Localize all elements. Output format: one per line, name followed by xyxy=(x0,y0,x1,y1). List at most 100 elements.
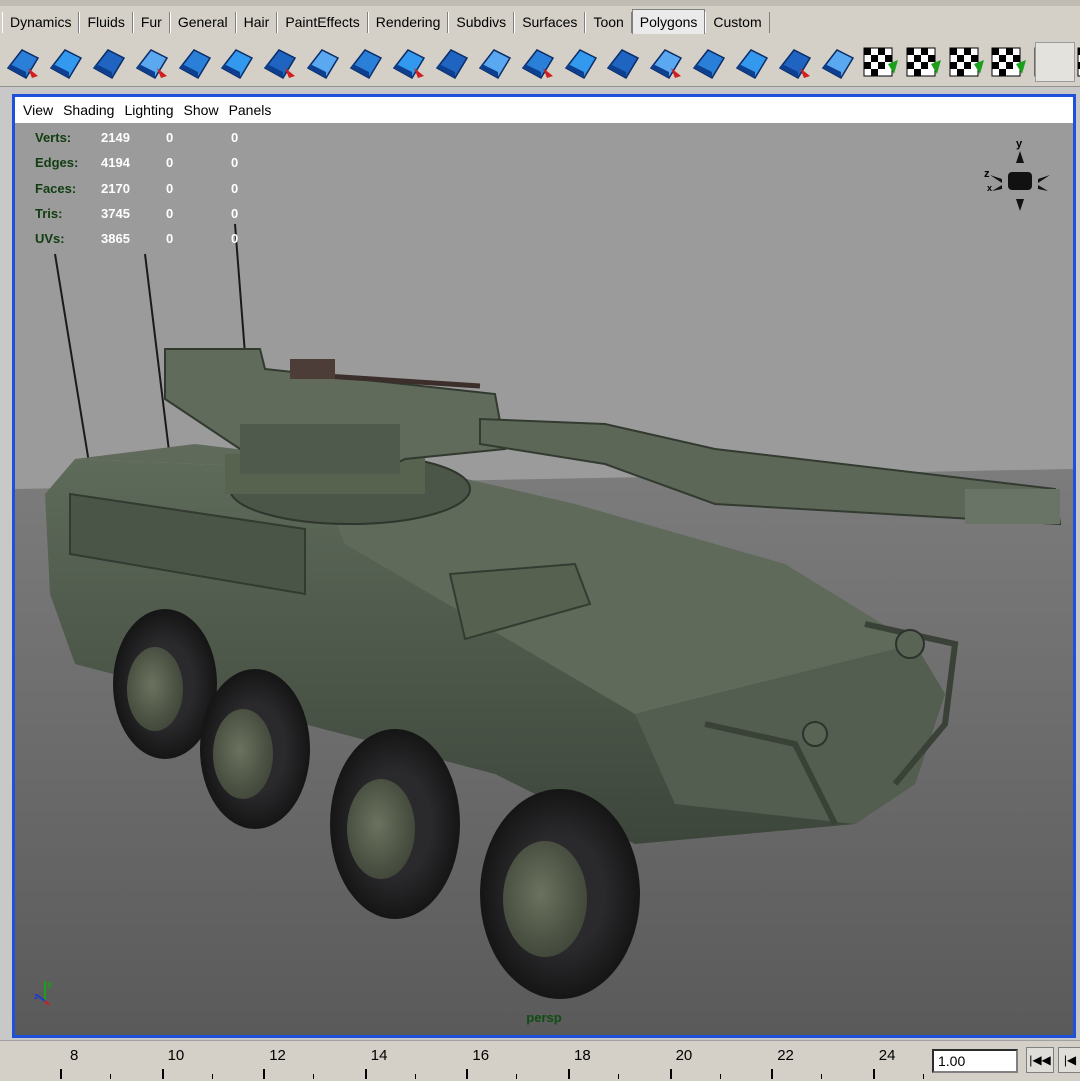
poly-subdivide-icon[interactable] xyxy=(645,42,685,82)
poly-sphere-icon[interactable] xyxy=(131,42,171,82)
poly-bevel-icon[interactable] xyxy=(431,42,471,82)
menu-panels[interactable]: Panels xyxy=(224,102,277,118)
time-slider[interactable]: 1.00 |◀◀ |◀ 8 10 12 14 16 18 20 22 24 xyxy=(0,1040,1080,1081)
poly-cube-face-icon[interactable] xyxy=(216,42,256,82)
timeline-tick-label: 16 xyxy=(472,1047,490,1064)
timeline-minor-tick xyxy=(313,1074,315,1079)
hud-v1: 4194 xyxy=(101,155,130,171)
timeline-tick xyxy=(161,1069,164,1079)
planar-map-icon[interactable] xyxy=(860,42,900,82)
poly-smooth-proxy-icon[interactable] xyxy=(174,42,214,82)
hud-v2: 0 xyxy=(166,155,174,171)
current-frame-field[interactable]: 1.00 xyxy=(932,1049,1018,1073)
timeline-minor-tick xyxy=(719,1074,721,1079)
poly-duplicate-face-icon[interactable] xyxy=(388,42,428,82)
timeline-tick xyxy=(263,1069,266,1079)
hub-3 xyxy=(347,779,415,879)
poly-split-icon[interactable] xyxy=(560,42,600,82)
timeline-tick xyxy=(872,1069,875,1079)
hud-label: UVs: xyxy=(35,231,65,247)
gizmo-z-label: z xyxy=(34,991,39,1001)
tab-subdivs[interactable]: Subdivs xyxy=(448,12,515,33)
step-back-button[interactable]: |◀ xyxy=(1058,1047,1080,1073)
menu-strip xyxy=(0,0,1080,6)
camera-name-label: persp xyxy=(526,1010,562,1025)
tab-hair[interactable]: Hair xyxy=(235,12,278,33)
poly-merge-icon[interactable] xyxy=(474,42,514,82)
go-to-start-button[interactable]: |◀◀ xyxy=(1026,1047,1054,1073)
poly-chamfer-icon[interactable] xyxy=(774,42,814,82)
poly-extrude-edge-icon[interactable] xyxy=(345,42,385,82)
poly-sphere-select-icon[interactable] xyxy=(2,42,42,82)
hud-v2: 0 xyxy=(166,130,174,145)
menu-shading[interactable]: Shading xyxy=(58,102,119,118)
poly-combine-icon[interactable] xyxy=(45,42,85,82)
uv-snapshot-icon[interactable] xyxy=(1074,42,1080,82)
shelf-tab-bar: Dynamics Fluids Fur General Hair PaintEffects… xyxy=(0,0,1080,39)
poly-extract-icon[interactable] xyxy=(88,42,128,82)
hud-v2: 0 xyxy=(166,205,174,221)
timeline-tick-label: 12 xyxy=(269,1047,286,1064)
timeline-tick xyxy=(466,1069,469,1079)
tab-dynamics[interactable]: Dynamics xyxy=(2,12,80,33)
timeline-minor-tick xyxy=(618,1074,619,1079)
auto-map-icon[interactable] xyxy=(903,42,943,82)
empty-shelf-slot[interactable] xyxy=(1035,42,1075,82)
menu-lighting[interactable]: Lighting xyxy=(119,102,178,118)
viewport-3d[interactable]: y z x z y Verts: 2149 0 0 Edges: 4194 0 0 Faces:… xyxy=(15,124,1073,1035)
hud-v1: 2170 xyxy=(101,180,130,196)
hud-v3: 0 xyxy=(231,231,239,247)
headlight-right xyxy=(895,629,925,659)
tab-fur[interactable]: Fur xyxy=(132,12,170,33)
menu-show[interactable]: Show xyxy=(179,102,224,118)
poly-append-icon[interactable] xyxy=(259,42,299,82)
tab-polygons[interactable]: Polygons xyxy=(631,9,706,34)
hud-label: Edges: xyxy=(35,155,79,171)
panel-menubar: View Shading Lighting Show Panels xyxy=(15,97,1073,124)
compass-x-label: x xyxy=(987,183,992,193)
cylindrical-map-icon[interactable] xyxy=(946,42,986,82)
poly-poke-icon[interactable] xyxy=(731,42,771,82)
poly-cut-icon[interactable] xyxy=(602,42,642,82)
timeline-tick-label: 22 xyxy=(777,1047,794,1064)
timeline-tick xyxy=(60,1069,62,1079)
timeline-tick xyxy=(669,1069,672,1079)
poly-wedge-icon[interactable] xyxy=(688,42,728,82)
hud-v1: 3865 xyxy=(101,231,130,247)
timeline-tick-label: 18 xyxy=(574,1047,591,1064)
tab-toon[interactable]: Toon xyxy=(585,12,632,33)
polygons-shelf xyxy=(0,38,1080,87)
timeline-minor-tick xyxy=(922,1074,924,1079)
timeline-tick-label: 10 xyxy=(167,1047,185,1064)
poly-collapse-icon[interactable] xyxy=(517,42,557,82)
tab-rendering[interactable]: Rendering xyxy=(367,12,449,33)
timeline-tick-label: 20 xyxy=(675,1047,693,1064)
timeline-tick xyxy=(771,1069,774,1079)
tab-custom[interactable]: Custom xyxy=(705,12,770,33)
gizmo-y-label: y xyxy=(47,979,52,989)
hud-v3: 0 xyxy=(231,155,239,171)
menu-view[interactable]: View xyxy=(15,102,58,118)
timeline-minor-tick xyxy=(821,1074,823,1079)
timeline-tick-label: 8 xyxy=(70,1047,79,1064)
hud-v1: 3745 xyxy=(101,205,130,221)
timeline-tick xyxy=(364,1069,367,1079)
hud-v2: 0 xyxy=(166,180,174,196)
tab-fluids[interactable]: Fluids xyxy=(79,12,133,33)
scene-render: y z x z y xyxy=(15,124,1073,1035)
headlight-left xyxy=(802,721,828,747)
shelf-icon-row xyxy=(2,42,1080,82)
poly-normal-icon[interactable] xyxy=(817,42,857,82)
spherical-map-icon[interactable] xyxy=(988,42,1028,82)
tab-surfaces[interactable]: Surfaces xyxy=(514,12,586,33)
hud-label: Tris: xyxy=(35,205,63,221)
tab-painteffects[interactable]: PaintEffects xyxy=(277,12,368,33)
hud-label: Verts: xyxy=(35,130,72,145)
poly-extrude-face-icon[interactable] xyxy=(302,42,342,82)
timeline-minor-tick xyxy=(414,1074,416,1079)
compass-z-label: z xyxy=(984,168,990,180)
hub-2 xyxy=(213,709,273,799)
timeline-minor-tick xyxy=(211,1074,213,1079)
hud-label: Faces: xyxy=(35,180,77,196)
tab-general[interactable]: General xyxy=(169,12,236,33)
